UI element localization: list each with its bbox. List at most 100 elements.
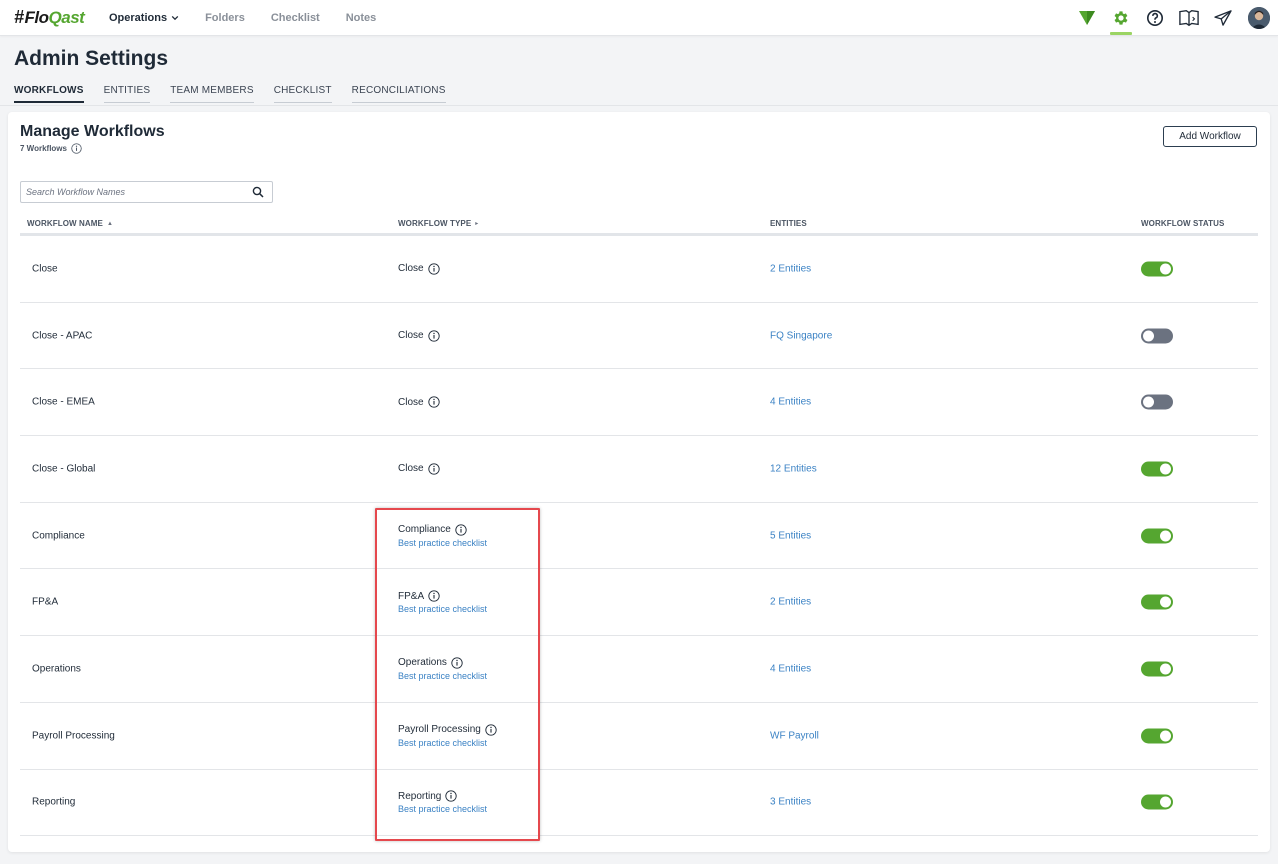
nav-notes[interactable]: Notes xyxy=(346,12,377,24)
tab-checklist[interactable]: CHECKLIST xyxy=(273,85,332,103)
workflow-status xyxy=(1141,661,1173,677)
page-title: Admin Settings xyxy=(14,47,169,70)
status-toggle[interactable] xyxy=(1141,528,1173,544)
search-box xyxy=(20,181,273,203)
status-toggle[interactable] xyxy=(1141,461,1173,477)
entities-link[interactable]: 3 Entities xyxy=(770,797,811,808)
tab-reconciliations[interactable]: RECONCILIATIONS xyxy=(351,85,446,103)
status-toggle[interactable] xyxy=(1141,394,1173,410)
entities-link[interactable]: 4 Entities xyxy=(770,397,811,408)
floqast-flow-button[interactable] xyxy=(1070,0,1104,36)
table-row: Payroll Processing Payroll Processing Best… xyxy=(20,703,1258,770)
workflow-type-label: Close xyxy=(398,396,424,408)
column-header-type[interactable]: WORKFLOW TYPE ▸ xyxy=(398,219,478,228)
workflow-status xyxy=(1141,728,1173,744)
knowledge-base-button[interactable] xyxy=(1172,0,1206,36)
workflow-type: Operations Best practice checklist xyxy=(398,657,487,681)
table-row: Close - Global Close 12 Entities xyxy=(20,436,1258,503)
workflow-type-label: Close xyxy=(398,263,424,275)
nav-folders[interactable]: Folders xyxy=(205,12,245,24)
header-actions xyxy=(1070,0,1278,36)
settings-tabs: WORKFLOWS ENTITIES TEAM MEMBERS CHECKLIS… xyxy=(14,85,466,103)
column-header-type-label: WORKFLOW TYPE xyxy=(398,219,472,228)
workflow-type-label: Payroll Processing xyxy=(398,724,481,736)
tab-workflows[interactable]: WORKFLOWS xyxy=(14,85,84,103)
info-icon[interactable] xyxy=(428,590,440,602)
nav-operations[interactable]: Operations xyxy=(109,12,179,24)
toggle-knob xyxy=(1143,396,1154,408)
entities-link[interactable]: 12 Entities xyxy=(770,463,817,474)
workflow-status xyxy=(1141,528,1173,544)
workflow-type-label: Reporting xyxy=(398,790,442,802)
best-practice-checklist-link[interactable]: Best practice checklist xyxy=(398,538,487,548)
announcements-button[interactable] xyxy=(1206,0,1240,36)
status-toggle[interactable] xyxy=(1141,594,1173,610)
nav-operations-label: Operations xyxy=(109,12,168,24)
info-icon[interactable] xyxy=(427,463,440,475)
workflow-type-label: Close xyxy=(398,330,424,342)
nav-checklist[interactable]: Checklist xyxy=(271,12,320,24)
add-workflow-button[interactable]: Add Workflow xyxy=(1163,126,1257,147)
entities-link[interactable]: FQ Singapore xyxy=(770,330,832,341)
status-toggle[interactable] xyxy=(1141,328,1173,344)
info-icon[interactable] xyxy=(71,143,82,154)
tab-team-members[interactable]: TEAM MEMBERS xyxy=(170,85,254,103)
logo-hash: # xyxy=(14,7,24,27)
workflow-type-label: Operations xyxy=(398,657,447,669)
workflow-type: Compliance Best practice checklist xyxy=(398,523,487,548)
entities-link[interactable]: 2 Entities xyxy=(770,263,811,274)
info-icon[interactable] xyxy=(445,790,458,802)
settings-button[interactable] xyxy=(1104,0,1138,36)
workflow-status xyxy=(1141,261,1173,277)
gear-icon xyxy=(1114,11,1128,25)
table-row: Reporting Reporting Best practice checklis… xyxy=(20,770,1258,837)
workflow-type: Close xyxy=(398,396,440,408)
search-input[interactable] xyxy=(21,182,241,202)
entities-link[interactable]: 2 Entities xyxy=(770,597,811,608)
status-toggle[interactable] xyxy=(1141,794,1173,810)
floqast-logo[interactable]: # Flo Qast xyxy=(14,7,85,28)
entities-link[interactable]: 4 Entities xyxy=(770,663,811,674)
column-header-status-label: WORKFLOW STATUS xyxy=(1141,219,1225,228)
toggle-knob xyxy=(1143,330,1154,342)
info-icon[interactable] xyxy=(451,657,463,669)
status-toggle[interactable] xyxy=(1141,728,1173,744)
workflow-type-label: FP&A xyxy=(398,590,425,602)
info-icon[interactable] xyxy=(455,523,467,536)
workflow-type: Reporting Best practice checklist xyxy=(398,790,487,814)
workflow-name: Close xyxy=(32,263,58,275)
column-header-name[interactable]: WORKFLOW NAME ▲ xyxy=(27,219,113,228)
main-nav: Operations Folders Checklist Notes xyxy=(109,12,402,24)
tab-entities[interactable]: ENTITIES xyxy=(103,85,151,103)
table-row: Close Close 2 Entities xyxy=(20,236,1258,303)
status-toggle[interactable] xyxy=(1141,261,1173,277)
search-icon[interactable] xyxy=(252,186,264,198)
entities-link[interactable]: WF Payroll xyxy=(770,730,819,741)
info-icon[interactable] xyxy=(427,396,440,408)
best-practice-checklist-link[interactable]: Best practice checklist xyxy=(398,738,497,748)
best-practice-checklist-link[interactable]: Best practice checklist xyxy=(398,804,487,814)
toggle-knob xyxy=(1160,263,1171,275)
best-practice-checklist-link[interactable]: Best practice checklist xyxy=(398,604,487,614)
status-toggle[interactable] xyxy=(1141,661,1173,677)
workflow-status xyxy=(1141,394,1173,410)
table-row: Operations Operations Best practice checkl… xyxy=(20,636,1258,703)
info-icon[interactable] xyxy=(427,329,440,342)
avatar xyxy=(1248,7,1270,29)
help-button[interactable] xyxy=(1138,0,1172,36)
info-icon[interactable] xyxy=(427,263,440,275)
workflow-name: Payroll Processing xyxy=(32,730,115,742)
column-header-name-label: WORKFLOW NAME xyxy=(27,219,103,228)
sort-icon: ▸ xyxy=(475,221,479,227)
top-navbar: # Flo Qast Operations Folders Checklist No… xyxy=(0,0,1278,36)
workflow-count-label: 7 Workflows xyxy=(20,144,67,153)
info-icon[interactable] xyxy=(485,724,497,736)
user-menu-button[interactable] xyxy=(1240,0,1278,36)
column-header-status: WORKFLOW STATUS xyxy=(1141,219,1224,228)
card-title: Manage Workflows xyxy=(20,123,165,140)
entities-link[interactable]: 5 Entities xyxy=(770,530,811,541)
help-circle-icon xyxy=(1146,9,1164,27)
workflow-name: Operations xyxy=(32,663,81,675)
table-header: WORKFLOW NAME ▲ WORKFLOW TYPE ▸ ENTITIES… xyxy=(20,215,1258,236)
best-practice-checklist-link[interactable]: Best practice checklist xyxy=(398,671,487,681)
